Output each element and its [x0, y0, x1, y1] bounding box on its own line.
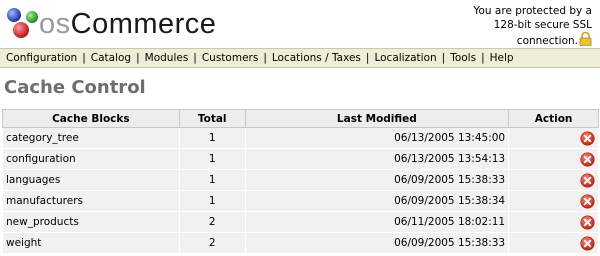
- action-cell: [508, 127, 599, 149]
- header-last-modified: Last Modified: [244, 109, 510, 128]
- ssl-line-1: You are protected by a: [473, 5, 592, 17]
- action-cell: [508, 211, 599, 233]
- main-menu: Configuration | Catalog | Modules | Customers |…: [0, 48, 600, 68]
- menu-modules[interactable]: Modules: [140, 52, 194, 64]
- cache-total: 1: [178, 169, 246, 191]
- cache-block-name: manufacturers: [2, 190, 180, 212]
- header-action: Action: [508, 109, 599, 128]
- menu-locations-taxes[interactable]: Locations / Taxes: [267, 52, 366, 64]
- cache-total: 1: [178, 127, 246, 149]
- delete-icon[interactable]: [580, 235, 595, 251]
- header: osCommerce You are protected by a 128-bi…: [0, 0, 600, 48]
- action-cell: [508, 169, 599, 191]
- menu-catalog[interactable]: Catalog: [86, 52, 136, 64]
- ssl-notice: You are protected by a 128-bit secure SS…: [422, 4, 592, 48]
- cache-block-name: weight: [2, 232, 180, 253]
- menu-customers[interactable]: Customers: [197, 52, 263, 64]
- cache-block-name: languages: [2, 169, 180, 191]
- cache-last-modified: 06/09/2005 15:38:33: [244, 232, 510, 253]
- cache-last-modified: 06/13/2005 13:45:00: [244, 127, 510, 149]
- action-cell: [508, 232, 599, 253]
- delete-icon[interactable]: [580, 193, 595, 209]
- delete-icon[interactable]: [580, 214, 595, 230]
- cache-total: 1: [178, 190, 246, 212]
- table-row: manufacturers 1 06/09/2005 15:38:34: [2, 190, 599, 212]
- menu-tools[interactable]: Tools: [445, 52, 481, 64]
- lock-icon: [579, 32, 592, 46]
- ssl-line-2: 128-bit secure SSL: [493, 19, 592, 31]
- action-cell: [508, 190, 599, 212]
- cache-block-name: new_products: [2, 211, 180, 233]
- table-row: languages 1 06/09/2005 15:38:33: [2, 169, 599, 191]
- cache-table: Cache Blocks Total Last Modified Action …: [2, 109, 599, 253]
- table-row: weight 2 06/09/2005 15:38:33: [2, 232, 599, 253]
- table-row: configuration 1 06/13/2005 13:54:13: [2, 148, 599, 170]
- menu-localization[interactable]: Localization: [369, 52, 441, 64]
- cache-block-name: configuration: [2, 148, 180, 170]
- cache-last-modified: 06/13/2005 13:54:13: [244, 148, 510, 170]
- header-cache-blocks: Cache Blocks: [2, 109, 180, 128]
- cache-last-modified: 06/09/2005 15:38:34: [244, 190, 510, 212]
- oscommerce-logo[interactable]: osCommerce: [5, 4, 216, 44]
- table-header-row: Cache Blocks Total Last Modified Action: [2, 109, 599, 128]
- cache-last-modified: 06/11/2005 18:02:11: [244, 211, 510, 233]
- cache-block-name: category_tree: [2, 127, 180, 149]
- delete-icon[interactable]: [580, 151, 595, 167]
- menu-configuration[interactable]: Configuration: [0, 52, 82, 64]
- page-title: Cache Control: [4, 77, 146, 98]
- cache-total: 1: [178, 148, 246, 170]
- menu-help[interactable]: Help: [485, 52, 519, 64]
- action-cell: [508, 148, 599, 170]
- cache-total: 2: [178, 211, 246, 233]
- delete-icon[interactable]: [580, 172, 595, 188]
- ssl-line-3: connection.: [422, 32, 592, 48]
- logo-text: osCommerce: [39, 8, 217, 40]
- cache-total: 2: [178, 232, 246, 253]
- table-row: new_products 2 06/11/2005 18:02:11: [2, 211, 599, 233]
- cache-last-modified: 06/09/2005 15:38:33: [244, 169, 510, 191]
- header-total: Total: [178, 109, 246, 128]
- table-row: category_tree 1 06/13/2005 13:45:00: [2, 127, 599, 149]
- logo-balls-icon: [7, 8, 38, 38]
- delete-icon[interactable]: [580, 130, 595, 146]
